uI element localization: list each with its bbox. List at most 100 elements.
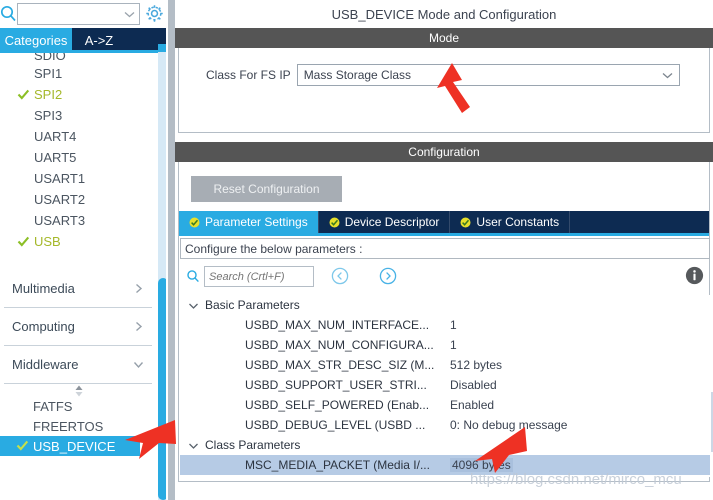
app-window: Categories A->Z SDIO SPI1 SPI2 SPI3 UART4 UAR… bbox=[0, 0, 713, 500]
sidebar-scrollbar-thumb[interactable] bbox=[158, 278, 166, 500]
middleware-item-label: USB_DEVICE bbox=[33, 438, 116, 454]
check-badge-icon bbox=[329, 217, 340, 227]
peripheral-item-label: USB bbox=[34, 234, 61, 249]
chevron-down-icon bbox=[662, 72, 673, 78]
peripheral-item-label: SDIO bbox=[34, 53, 66, 63]
tab-a-to-z[interactable]: A->Z bbox=[72, 28, 126, 52]
reset-configuration-button[interactable]: Reset Configuration bbox=[191, 176, 342, 202]
parameter-group-row[interactable]: Basic Parameters bbox=[180, 295, 710, 315]
tab-user-constants[interactable]: User Constants bbox=[450, 211, 571, 233]
parameter-value[interactable]: 4096 bytes bbox=[450, 458, 513, 472]
configuration-tabs-underline bbox=[179, 233, 709, 236]
parameter-name: USBD_MAX_NUM_CONFIGURA... bbox=[245, 338, 434, 352]
peripheral-list: SDIO SPI1 SPI2 SPI3 UART4 UART5 USART1 USART2 US… bbox=[0, 53, 158, 265]
peripheral-item-uart4[interactable]: UART4 bbox=[0, 126, 158, 147]
tab-label: Parameter Settings bbox=[205, 215, 308, 229]
chevron-down-icon[interactable] bbox=[188, 440, 199, 451]
class-for-fs-ip-select[interactable]: Mass Storage Class bbox=[296, 64, 680, 86]
category-group-list: Multimedia Computing Middleware bbox=[4, 270, 152, 384]
page-title: USB_DEVICE Mode and Configuration bbox=[175, 0, 713, 28]
parameter-name: USBD_MAX_NUM_INTERFACE... bbox=[245, 318, 430, 332]
chevron-right-icon bbox=[136, 321, 143, 332]
middleware-item-usb_device[interactable]: USB_DEVICE bbox=[0, 436, 140, 456]
sidebar-tabs: Categories A->Z bbox=[0, 28, 166, 52]
parameter-name: USBD_MAX_STR_DESC_SIZ (M... bbox=[245, 358, 435, 372]
configuration-panel: USB_DEVICE Mode and Configuration Mode C… bbox=[175, 0, 713, 500]
category-group-multimedia[interactable]: Multimedia bbox=[4, 270, 152, 308]
parameter-name: USBD_SELF_POWERED (Enab... bbox=[245, 398, 430, 412]
peripheral-item-usart1[interactable]: USART1 bbox=[0, 168, 158, 189]
configure-note: Configure the below parameters : bbox=[180, 238, 710, 259]
middleware-list: FATFS FREERTOS USB_DEVICE bbox=[0, 396, 152, 456]
configuration-section-header: Configuration bbox=[175, 142, 713, 162]
parameter-group-label: Class Parameters bbox=[205, 438, 301, 452]
parameter-row[interactable]: USBD_SUPPORT_USER_STRI... Disabled bbox=[180, 375, 710, 395]
peripheral-item-spi2[interactable]: SPI2 bbox=[0, 84, 158, 105]
parameter-row[interactable]: USBD_MAX_NUM_CONFIGURA... 1 bbox=[180, 335, 710, 355]
gear-icon[interactable] bbox=[144, 3, 165, 24]
sidebar-search-row bbox=[0, 0, 166, 28]
parameter-row[interactable]: MSC_MEDIA_PACKET (Media I/... 4096 bytes bbox=[180, 455, 710, 475]
peripheral-item-label: USART1 bbox=[34, 171, 86, 186]
mode-section-header: Mode bbox=[175, 28, 713, 48]
parameter-value[interactable]: Disabled bbox=[450, 378, 497, 392]
category-group-label: Middleware bbox=[12, 357, 79, 372]
sidebar-scrollbar-cap bbox=[158, 44, 166, 52]
check-icon bbox=[17, 89, 30, 100]
ip-search-combobox[interactable] bbox=[17, 3, 140, 25]
parameter-value[interactable]: Enabled bbox=[450, 398, 494, 412]
circle-left-arrow-icon[interactable] bbox=[331, 267, 349, 285]
middleware-item-fatfs[interactable]: FATFS bbox=[0, 396, 152, 416]
peripheral-item-sdio[interactable]: SDIO bbox=[0, 53, 158, 63]
category-group-computing[interactable]: Computing bbox=[4, 308, 152, 346]
chevron-down-icon bbox=[124, 11, 135, 17]
mode-section-body: Class For FS IP Mass Storage Class bbox=[178, 48, 710, 133]
middleware-item-label: FREERTOS bbox=[33, 418, 104, 434]
parameter-search-input[interactable] bbox=[204, 266, 314, 287]
category-group-label: Computing bbox=[12, 319, 75, 334]
check-badge-icon bbox=[460, 217, 471, 227]
parameter-row[interactable]: USBD_SELF_POWERED (Enab... Enabled bbox=[180, 395, 710, 415]
parameter-name: USBD_DEBUG_LEVEL (USBD ... bbox=[245, 418, 426, 432]
parameter-row[interactable]: USBD_MAX_STR_DESC_SIZ (M... 512 bytes bbox=[180, 355, 710, 375]
parameter-group-label: Basic Parameters bbox=[205, 298, 300, 312]
peripheral-item-spi1[interactable]: SPI1 bbox=[0, 63, 158, 84]
parameter-group-row[interactable]: Class Parameters bbox=[180, 435, 710, 455]
parameter-value[interactable]: 1 bbox=[450, 318, 457, 332]
peripheral-item-usb[interactable]: USB bbox=[0, 231, 158, 252]
parameter-value[interactable]: 512 bytes bbox=[450, 358, 502, 372]
parameter-search-row bbox=[183, 264, 711, 292]
tab-device-descriptor[interactable]: Device Descriptor bbox=[319, 211, 451, 233]
parameter-tree: Basic Parameters USBD_MAX_NUM_INTERFACE..… bbox=[180, 295, 710, 477]
tab-label: User Constants bbox=[476, 215, 560, 229]
check-icon bbox=[17, 236, 30, 247]
parameter-value[interactable]: 0: No debug message bbox=[450, 418, 567, 432]
category-group-label: Multimedia bbox=[12, 281, 75, 296]
tab-categories[interactable]: Categories bbox=[0, 28, 72, 52]
panel-splitter[interactable] bbox=[168, 0, 175, 500]
peripheral-item-usart2[interactable]: USART2 bbox=[0, 189, 158, 210]
tab-parameter-settings[interactable]: Parameter Settings bbox=[179, 211, 319, 233]
info-icon[interactable] bbox=[685, 266, 704, 285]
class-for-fs-ip-label: Class For FS IP bbox=[206, 68, 291, 82]
class-for-fs-ip-row: Class For FS IP Mass Storage Class bbox=[206, 64, 680, 86]
chevron-down-icon[interactable] bbox=[188, 300, 199, 311]
search-icon bbox=[187, 270, 199, 283]
parameter-value[interactable]: 1 bbox=[450, 338, 457, 352]
circle-right-arrow-icon[interactable] bbox=[379, 267, 397, 285]
peripheral-item-label: USART2 bbox=[34, 192, 86, 207]
category-group-middleware[interactable]: Middleware bbox=[4, 346, 152, 384]
peripheral-item-usart3[interactable]: USART3 bbox=[0, 210, 158, 231]
middleware-item-freertos[interactable]: FREERTOS bbox=[0, 416, 152, 436]
peripheral-sidebar: Categories A->Z SDIO SPI1 SPI2 SPI3 UART4 UAR… bbox=[0, 0, 166, 500]
parameter-row[interactable]: USBD_MAX_NUM_INTERFACE... 1 bbox=[180, 315, 710, 335]
chevron-right-icon bbox=[136, 283, 143, 294]
parameter-row[interactable]: USBD_DEBUG_LEVEL (USBD ... 0: No debug me… bbox=[180, 415, 710, 435]
peripheral-item-label: SPI1 bbox=[34, 66, 63, 81]
peripheral-item-spi3[interactable]: SPI3 bbox=[0, 105, 158, 126]
ip-search-input[interactable] bbox=[22, 7, 124, 21]
peripheral-item-uart5[interactable]: UART5 bbox=[0, 147, 158, 168]
check-icon bbox=[16, 440, 29, 451]
parameter-name: MSC_MEDIA_PACKET (Media I/... bbox=[245, 458, 430, 472]
configuration-tabs: Parameter Settings Device Descriptor User … bbox=[179, 211, 709, 233]
